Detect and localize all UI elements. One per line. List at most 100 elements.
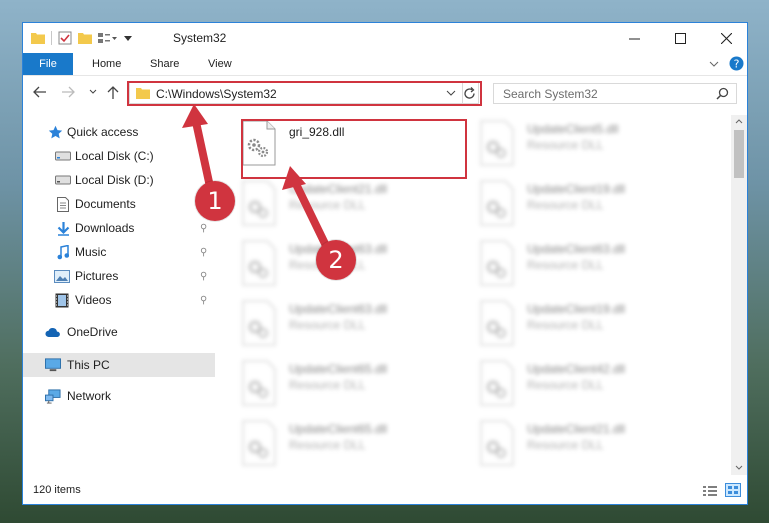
file-name: UpdateClient42.dll bbox=[527, 362, 626, 376]
dll-file-icon bbox=[477, 299, 517, 347]
details-view-icon[interactable] bbox=[703, 485, 717, 497]
file-name: UpdateClient63.dll bbox=[527, 242, 626, 256]
document-icon bbox=[55, 196, 71, 212]
search-box[interactable]: Search System32 bbox=[493, 83, 737, 104]
sidebar-item-label: Videos bbox=[75, 293, 112, 307]
recent-locations-button[interactable] bbox=[89, 89, 97, 95]
sidebar-item-videos[interactable]: Videos ⚲ bbox=[23, 289, 215, 311]
svg-text:?: ? bbox=[734, 58, 740, 71]
sidebar-item-local-disk-c[interactable]: Local Disk (C:) bbox=[23, 145, 215, 167]
monitor-icon bbox=[45, 357, 61, 373]
network-icon bbox=[45, 388, 61, 404]
file-type: Resource DLL bbox=[527, 138, 604, 152]
file-type: Resource DLL bbox=[289, 198, 366, 212]
sidebar-item-pictures[interactable]: Pictures ⚲ bbox=[23, 265, 215, 287]
file-type: Resource DLL bbox=[289, 318, 366, 332]
search-input[interactable]: Search System32 bbox=[503, 87, 598, 101]
tab-home[interactable]: Home bbox=[92, 53, 121, 75]
dll-file-icon bbox=[239, 359, 279, 407]
step-marker-2: 2 bbox=[316, 240, 356, 280]
chevron-down-icon bbox=[89, 89, 97, 94]
address-highlight-box bbox=[127, 81, 482, 106]
explorer-window: System32 File Home Share View ? C:\Windo… bbox=[22, 22, 748, 505]
navigation-pane: Quick access Local Disk (C:) Local Disk … bbox=[23, 115, 215, 475]
status-bar: 120 items bbox=[23, 478, 747, 504]
scrollbar-thumb[interactable] bbox=[734, 130, 744, 178]
expand-ribbon-icon[interactable] bbox=[709, 60, 719, 68]
file-type: Resource DLL bbox=[527, 438, 604, 452]
properties-icon[interactable] bbox=[58, 31, 72, 45]
file-item[interactable]: UpdateClient5.dll Resource DLL bbox=[461, 115, 697, 171]
file-item[interactable]: UpdateClient21.dll Resource DLL bbox=[223, 175, 459, 231]
file-name: UpdateClient65.dll bbox=[289, 362, 388, 376]
picture-icon bbox=[54, 268, 70, 284]
maximize-button[interactable] bbox=[657, 23, 703, 53]
file-name: UpdateClient65.dll bbox=[289, 422, 388, 436]
sidebar-item-quick-access[interactable]: Quick access bbox=[23, 121, 215, 143]
pin-icon[interactable]: ⚲ bbox=[200, 247, 207, 258]
file-item[interactable]: UpdateClient19.dll Resource DLL bbox=[461, 295, 697, 351]
folder-icon bbox=[31, 32, 45, 44]
item-count: 120 items bbox=[33, 484, 81, 496]
sidebar-item-documents[interactable]: Documents ⚲ bbox=[23, 193, 215, 215]
close-icon bbox=[720, 32, 732, 44]
music-note-icon bbox=[55, 244, 71, 260]
sidebar-item-network[interactable]: Network bbox=[23, 385, 215, 407]
sidebar-item-label: Network bbox=[67, 389, 112, 403]
star-icon bbox=[47, 124, 63, 140]
download-arrow-icon bbox=[55, 220, 71, 236]
dll-file-icon bbox=[477, 419, 517, 467]
quick-access-toolbar bbox=[31, 30, 132, 46]
large-icons-view-icon[interactable] bbox=[725, 483, 741, 497]
navigation-bar: C:\Windows\System32 Search System32 bbox=[23, 76, 747, 112]
sidebar-item-label: Quick access bbox=[67, 125, 139, 139]
file-name: UpdateClient21.dll bbox=[527, 422, 626, 436]
pin-icon[interactable]: ⚲ bbox=[200, 295, 207, 306]
customize-toolbar-icon[interactable] bbox=[98, 32, 118, 44]
minimize-button[interactable] bbox=[611, 23, 657, 53]
pin-icon[interactable]: ⚲ bbox=[200, 271, 207, 282]
sidebar-item-this-pc[interactable]: This PC bbox=[23, 353, 215, 377]
file-item[interactable]: UpdateClient21.dll Resource DLL bbox=[461, 415, 697, 471]
tab-view[interactable]: View bbox=[208, 53, 232, 75]
file-item[interactable]: UpdateClient42.dll Resource DLL bbox=[461, 355, 697, 411]
scroll-up-icon[interactable] bbox=[735, 118, 743, 124]
file-item[interactable]: UpdateClient65.dll Resource DLL bbox=[223, 415, 459, 471]
ribbon-tabs: File Home Share View ? bbox=[23, 53, 747, 76]
up-button[interactable] bbox=[107, 86, 119, 100]
pin-icon[interactable]: ⚲ bbox=[200, 223, 207, 234]
sidebar-item-onedrive[interactable]: OneDrive bbox=[23, 321, 215, 343]
new-folder-icon[interactable] bbox=[78, 32, 92, 44]
help-icon[interactable]: ? bbox=[729, 56, 744, 71]
tab-file[interactable]: File bbox=[23, 53, 73, 75]
chevron-down-icon[interactable] bbox=[124, 34, 132, 42]
step-marker-1: 1 bbox=[195, 181, 235, 221]
sidebar-item-downloads[interactable]: Downloads ⚲ bbox=[23, 217, 215, 239]
file-highlight-box bbox=[241, 119, 467, 179]
search-icon bbox=[716, 87, 729, 100]
sidebar-item-local-disk-d[interactable]: Local Disk (D:) bbox=[23, 169, 215, 191]
dll-file-icon bbox=[239, 419, 279, 467]
sidebar-item-label: Documents bbox=[75, 197, 136, 211]
file-type: Resource DLL bbox=[527, 378, 604, 392]
sidebar-item-music[interactable]: Music ⚲ bbox=[23, 241, 215, 263]
close-button[interactable] bbox=[703, 23, 747, 53]
file-item[interactable]: UpdateClient19.dll Resource DLL bbox=[461, 175, 697, 231]
back-button[interactable] bbox=[33, 86, 47, 98]
scroll-down-icon[interactable] bbox=[735, 465, 743, 471]
drive-icon bbox=[55, 172, 71, 188]
file-name: UpdateClient19.dll bbox=[527, 182, 626, 196]
file-type: Resource DLL bbox=[527, 258, 604, 272]
file-item[interactable]: UpdateClient65.dll Resource DLL bbox=[223, 355, 459, 411]
vertical-scrollbar[interactable] bbox=[731, 115, 747, 475]
window-title: System32 bbox=[173, 31, 227, 45]
sidebar-item-label: Music bbox=[75, 245, 107, 259]
file-name: UpdateClient63.dll bbox=[289, 302, 388, 316]
forward-button[interactable] bbox=[61, 86, 75, 98]
toolbar-divider bbox=[51, 31, 52, 45]
tab-share[interactable]: Share bbox=[150, 53, 179, 75]
file-item[interactable]: UpdateClient63.dll Resource DLL bbox=[461, 235, 697, 291]
file-name: UpdateClient19.dll bbox=[527, 302, 626, 316]
dll-file-icon bbox=[477, 179, 517, 227]
file-item[interactable]: UpdateClient63.dll Resource DLL bbox=[223, 295, 459, 351]
